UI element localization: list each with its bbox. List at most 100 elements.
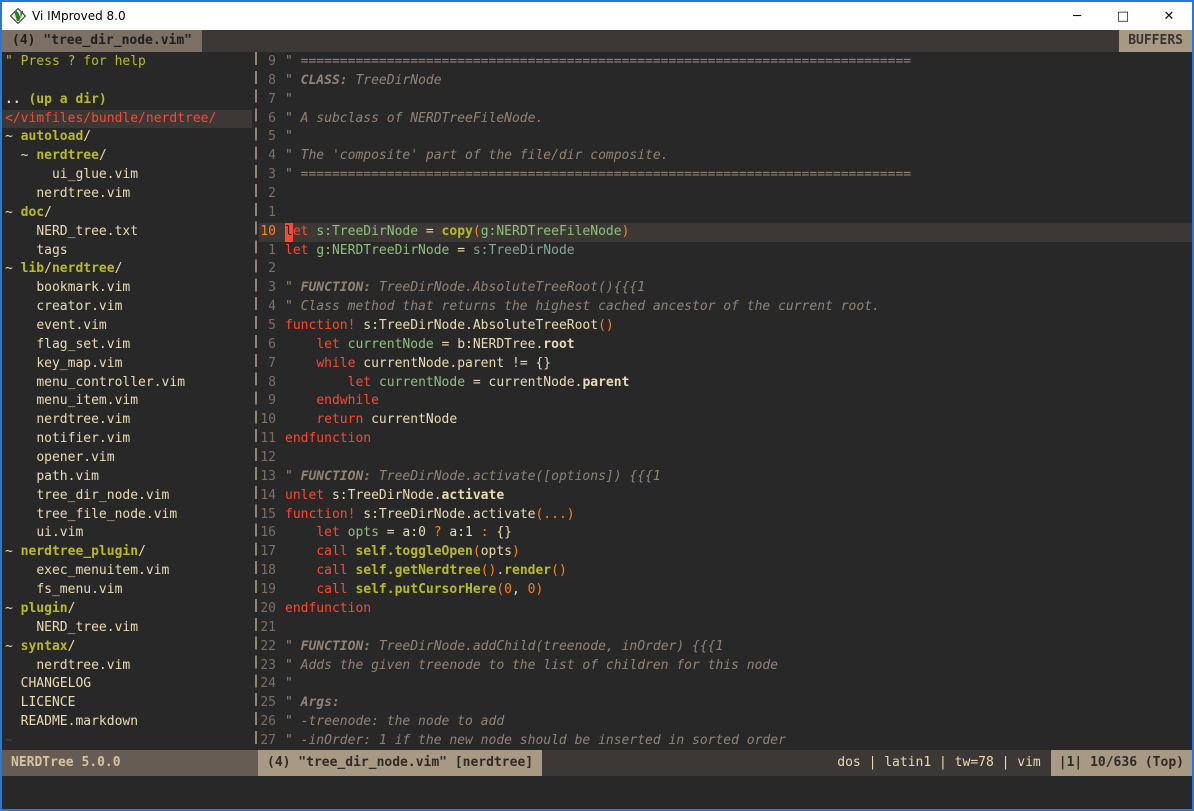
tree-row-selected-path[interactable]: </vimfiles/bundle/nerdtree/ xyxy=(2,110,252,129)
vim-window: Vi IMproved 8.0 ─ □ ✕ (4) "tree_dir_node… xyxy=(0,0,1194,811)
tree-row[interactable]: ~ lib/nerdtree/ xyxy=(2,260,252,279)
tree-row[interactable]: bookmark.vim xyxy=(2,279,252,298)
code-line[interactable]: 23" Adds the given treenode to the list … xyxy=(259,657,1192,676)
line-number: 5 xyxy=(259,128,285,147)
code-line-cursor[interactable]: 10let s:TreeDirNode = copy(g:NERDTreeFil… xyxy=(259,223,1192,242)
tree-row[interactable]: tags xyxy=(2,242,252,261)
code-line[interactable]: 18 call self.getNerdtree().render() xyxy=(259,562,1192,581)
tree-row[interactable]: ~ syntax/ xyxy=(2,638,252,657)
code-line[interactable]: 14unlet s:TreeDirNode.activate xyxy=(259,487,1192,506)
tree-row[interactable]: menu_controller.vim xyxy=(2,374,252,393)
line-number: 1 xyxy=(259,242,285,261)
code-rows: 9" =====================================… xyxy=(259,53,1192,750)
statusline: NERDTree 5.0.0 (4) "tree_dir_node.vim" [… xyxy=(2,750,1192,776)
tree-row[interactable]: .. (up a dir) xyxy=(2,91,252,110)
code-line[interactable]: 9" =====================================… xyxy=(259,53,1192,72)
code-line[interactable]: 27" -inOrder: 1 if the new node should b… xyxy=(259,732,1192,750)
code-line[interactable]: 7" xyxy=(259,91,1192,110)
code-line[interactable]: 13" FUNCTION: TreeDirNode.activate([opti… xyxy=(259,468,1192,487)
line-number: 25 xyxy=(259,694,285,713)
tree-row[interactable]: " Press ? for help xyxy=(2,53,252,72)
tree-row[interactable]: tree_dir_node.vim xyxy=(2,487,252,506)
code-line[interactable]: 6" A subclass of NERDTreeFileNode. xyxy=(259,110,1192,129)
code-line[interactable]: 2 xyxy=(259,260,1192,279)
code-line[interactable]: 12 xyxy=(259,449,1192,468)
line-number: 24 xyxy=(259,675,285,694)
close-button[interactable]: ✕ xyxy=(1146,2,1192,30)
tree-row[interactable]: event.vim xyxy=(2,317,252,336)
line-number: 4 xyxy=(259,298,285,317)
tab-active-tree-dir-node[interactable]: (4) "tree_dir_node.vim" xyxy=(2,30,202,52)
code-line[interactable]: 2 xyxy=(259,185,1192,204)
code-line[interactable]: 15function! s:TreeDirNode.activate(...) xyxy=(259,506,1192,525)
code-line[interactable]: 6 let currentNode = b:NERDTree.root xyxy=(259,336,1192,355)
code-line[interactable]: 3" =====================================… xyxy=(259,166,1192,185)
code-line[interactable]: 17 call self.toggleOpen(opts) xyxy=(259,543,1192,562)
code-line[interactable]: 1let g:NERDTreeDirNode = s:TreeDirNode xyxy=(259,242,1192,261)
statusline-file-info: dos | latin1 | tw=78 | vim xyxy=(542,750,1051,776)
code-line[interactable]: 5function! s:TreeDirNode.AbsoluteTreeRoo… xyxy=(259,317,1192,336)
code-line[interactable]: 5" xyxy=(259,128,1192,147)
code-line[interactable]: 11endfunction xyxy=(259,430,1192,449)
line-number: 13 xyxy=(259,468,285,487)
line-number: 12 xyxy=(259,449,285,468)
code-line[interactable]: 9 endwhile xyxy=(259,392,1192,411)
tree-row[interactable]: ~ nerdtree_plugin/ xyxy=(2,543,252,562)
command-line[interactable] xyxy=(2,776,1192,809)
tree-row[interactable]: ~ autoload/ xyxy=(2,128,252,147)
tree-row[interactable]: ~ plugin/ xyxy=(2,600,252,619)
code-line[interactable]: 7 while currentNode.parent != {} xyxy=(259,355,1192,374)
code-line[interactable]: 10 return currentNode xyxy=(259,411,1192,430)
tree-row[interactable]: ~ xyxy=(2,732,252,750)
tree-row[interactable]: ui.vim xyxy=(2,524,252,543)
code-line[interactable]: 8 let currentNode = currentNode.parent xyxy=(259,374,1192,393)
tree-row[interactable]: key_map.vim xyxy=(2,355,252,374)
tree-row[interactable]: menu_item.vim xyxy=(2,392,252,411)
code-line[interactable]: 25" Args: xyxy=(259,694,1192,713)
tree-row[interactable]: path.vim xyxy=(2,468,252,487)
nerdtree-rows: " Press ? for help .. (up a dir)</vimfile… xyxy=(2,53,252,750)
tree-row[interactable]: fs_menu.vim xyxy=(2,581,252,600)
code-line[interactable]: 21 xyxy=(259,619,1192,638)
tree-row[interactable]: tree_file_node.vim xyxy=(2,506,252,525)
tree-row[interactable]: nerdtree.vim xyxy=(2,411,252,430)
tree-row[interactable]: NERD_tree.vim xyxy=(2,619,252,638)
titlebar[interactable]: Vi IMproved 8.0 ─ □ ✕ xyxy=(2,2,1192,30)
tree-row[interactable]: nerdtree.vim xyxy=(2,185,252,204)
tree-row[interactable]: exec_menuitem.vim xyxy=(2,562,252,581)
code-line[interactable]: 26" -treenode: the node to add xyxy=(259,713,1192,732)
tree-row[interactable]: ui_glue.vim xyxy=(2,166,252,185)
code-line[interactable]: 19 call self.putCursorHere(0, 0) xyxy=(259,581,1192,600)
code-line[interactable]: 22" FUNCTION: TreeDirNode.addChild(treen… xyxy=(259,638,1192,657)
code-line[interactable]: 1 xyxy=(259,204,1192,223)
minimize-button[interactable]: ─ xyxy=(1054,2,1100,30)
tree-row[interactable]: nerdtree.vim xyxy=(2,657,252,676)
code-line[interactable]: 24" xyxy=(259,675,1192,694)
code-line[interactable]: 20endfunction xyxy=(259,600,1192,619)
tree-row[interactable]: flag_set.vim xyxy=(2,336,252,355)
tree-row[interactable]: creator.vim xyxy=(2,298,252,317)
line-number: 5 xyxy=(259,317,285,336)
window-separator[interactable] xyxy=(252,52,259,750)
code-line[interactable]: 16 let opts = a:0 ? a:1 : {} xyxy=(259,524,1192,543)
tree-row[interactable]: notifier.vim xyxy=(2,430,252,449)
tree-row[interactable]: LICENCE xyxy=(2,694,252,713)
tree-row[interactable]: NERD_tree.txt xyxy=(2,223,252,242)
code-line[interactable]: 4" The 'composite' part of the file/dir … xyxy=(259,147,1192,166)
tree-row[interactable] xyxy=(2,72,252,91)
tree-row[interactable]: opener.vim xyxy=(2,449,252,468)
line-number: 19 xyxy=(259,581,285,600)
code-line[interactable]: 4" Class method that returns the highest… xyxy=(259,298,1192,317)
code-line[interactable]: 8" CLASS: TreeDirNode xyxy=(259,72,1192,91)
tab-buffers[interactable]: BUFFERS xyxy=(1119,30,1192,52)
line-number: 2 xyxy=(259,260,285,279)
maximize-button[interactable]: □ xyxy=(1100,2,1146,30)
tree-row[interactable]: README.markdown xyxy=(2,713,252,732)
tree-row[interactable]: ~ doc/ xyxy=(2,204,252,223)
line-number: 10 xyxy=(259,411,285,430)
tree-row[interactable]: CHANGELOG xyxy=(2,675,252,694)
tree-row[interactable]: ~ nerdtree/ xyxy=(2,147,252,166)
line-number: 16 xyxy=(259,524,285,543)
code-line[interactable]: 3" FUNCTION: TreeDirNode.AbsoluteTreeRoo… xyxy=(259,279,1192,298)
line-number: 9 xyxy=(259,53,285,72)
